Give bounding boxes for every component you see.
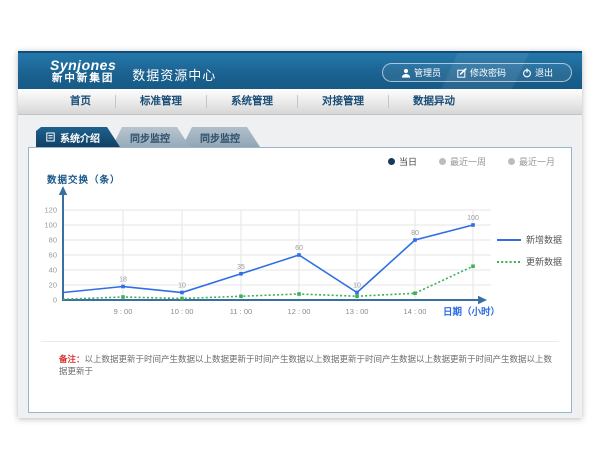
svg-text:80: 80 bbox=[49, 236, 57, 245]
range-option-label: 最近一月 bbox=[519, 155, 555, 168]
logo-text-en: Synjones bbox=[50, 58, 116, 73]
nav-item-data-change[interactable]: 数据异动 bbox=[388, 95, 479, 108]
nav-item-interface-mgmt[interactable]: 对接管理 bbox=[297, 95, 388, 108]
user-toolbar: 管理员 修改密码 退出 bbox=[382, 63, 572, 82]
time-range-selector: 当日 最近一周 最近一月 bbox=[366, 155, 555, 168]
svg-text:120: 120 bbox=[44, 206, 57, 215]
svg-text:20: 20 bbox=[49, 281, 57, 290]
svg-text:14 : 00: 14 : 00 bbox=[404, 307, 427, 316]
tab-system-intro[interactable]: 系统介绍 bbox=[36, 127, 120, 147]
svg-text:13 : 00: 13 : 00 bbox=[346, 307, 369, 316]
range-option-label: 当日 bbox=[399, 155, 417, 168]
change-password-label: 修改密码 bbox=[470, 66, 506, 79]
logo-text-cn: 新中新集团 bbox=[50, 73, 116, 84]
logout-button[interactable]: 退出 bbox=[514, 66, 561, 79]
svg-text:35: 35 bbox=[237, 264, 245, 271]
tab-sync-monitor-1[interactable]: 同步监控 bbox=[112, 127, 190, 147]
range-option-label: 最近一周 bbox=[450, 155, 486, 168]
app-header: Synjones 新中新集团 数据资源中心 管理员 修改密码 bbox=[18, 51, 582, 89]
nav-item-home[interactable]: 首页 bbox=[46, 95, 115, 108]
logout-label: 退出 bbox=[535, 66, 553, 79]
svg-text:日期（小时）: 日期（小时） bbox=[443, 306, 500, 318]
page-title: 数据资源中心 bbox=[132, 65, 216, 84]
tab-label: 同步监控 bbox=[130, 130, 170, 145]
edit-icon bbox=[457, 68, 467, 78]
admin-user-button[interactable]: 管理员 bbox=[393, 66, 449, 79]
footnote-text: 以上数据更新于时间产生数据以上数据更新于时间产生数据以上数据更新于时间产生数据以… bbox=[59, 354, 552, 376]
radio-dot-icon bbox=[388, 158, 395, 165]
tab-label: 同步监控 bbox=[200, 130, 240, 145]
range-option-last-month[interactable]: 最近一月 bbox=[508, 155, 555, 168]
radio-dot-icon bbox=[508, 158, 515, 165]
company-logo: Synjones 新中新集团 bbox=[50, 58, 116, 84]
svg-text:60: 60 bbox=[49, 251, 57, 260]
svg-text:80: 80 bbox=[411, 230, 419, 237]
admin-user-label: 管理员 bbox=[414, 66, 441, 79]
svg-text:100: 100 bbox=[467, 215, 479, 222]
svg-text:新增数据: 新增数据 bbox=[526, 234, 562, 245]
svg-text:60: 60 bbox=[295, 245, 303, 252]
svg-text:10 : 00: 10 : 00 bbox=[171, 307, 194, 316]
footnote-label: 备注： bbox=[59, 354, 85, 364]
svg-text:9 : 00: 9 : 00 bbox=[114, 307, 133, 316]
footnote: 备注：以上数据更新于时间产生数据以上数据更新于时间产生数据以上数据更新于时间产生… bbox=[59, 354, 553, 378]
svg-text:11 : 00: 11 : 00 bbox=[230, 307, 252, 316]
tab-sync-monitor-2[interactable]: 同步监控 bbox=[182, 127, 260, 147]
user-icon bbox=[401, 68, 411, 78]
svg-text:更新数据: 更新数据 bbox=[526, 256, 562, 267]
svg-text:18: 18 bbox=[119, 277, 127, 284]
app-window: Synjones 新中新集团 数据资源中心 管理员 修改密码 bbox=[18, 51, 582, 418]
svg-text:10: 10 bbox=[178, 283, 186, 290]
tab-label: 系统介绍 bbox=[60, 130, 100, 145]
tab-bar: 系统介绍 同步监控 同步监控 bbox=[36, 127, 582, 147]
range-option-last-week[interactable]: 最近一周 bbox=[439, 155, 486, 168]
svg-text:0: 0 bbox=[53, 296, 57, 305]
main-nav: 首页 标准管理 系统管理 对接管理 数据异动 bbox=[18, 89, 582, 115]
change-password-button[interactable]: 修改密码 bbox=[449, 66, 514, 79]
power-icon bbox=[522, 68, 532, 78]
svg-text:10: 10 bbox=[353, 283, 361, 290]
nav-item-system-mgmt[interactable]: 系统管理 bbox=[206, 95, 297, 108]
document-icon bbox=[46, 132, 55, 142]
chart-panel: 当日 最近一周 最近一月 数据交换（条） 0 20 40 60 80 100 120 9 : … bbox=[28, 147, 572, 413]
svg-text:100: 100 bbox=[44, 221, 57, 230]
svg-text:40: 40 bbox=[49, 266, 57, 275]
range-option-today[interactable]: 当日 bbox=[388, 155, 417, 168]
content-area: 系统介绍 同步监控 同步监控 当日 最近一周 bbox=[18, 115, 582, 419]
y-axis-title: 数据交换（条） bbox=[47, 172, 121, 186]
nav-item-standard-mgmt[interactable]: 标准管理 bbox=[115, 95, 206, 108]
svg-text:12 : 00: 12 : 00 bbox=[288, 307, 311, 316]
radio-dot-icon bbox=[439, 158, 446, 165]
